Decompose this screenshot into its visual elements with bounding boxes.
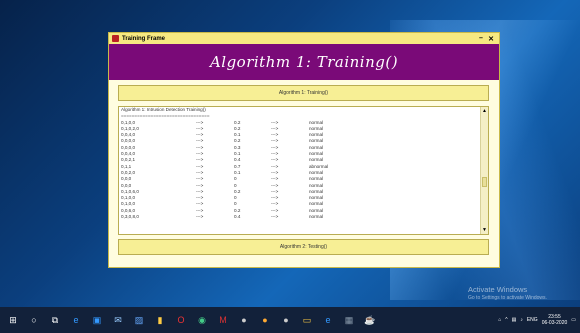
output-lines: Algorithm 1: Intrusion Detection Trainin… [121, 107, 479, 234]
output-text-area[interactable]: Algorithm 1: Intrusion Detection Trainin… [118, 106, 489, 235]
system-tray: ⌂ ^ ▤ ♪ ENG 23:55 06-03-2020 ▭ [494, 314, 580, 326]
java-app-icon [112, 35, 119, 42]
log-arrow: ---> [271, 214, 279, 220]
clock-date: 06-03-2020 [541, 320, 568, 326]
volume-icon[interactable]: ♪ [520, 317, 523, 323]
app-icon-2[interactable]: ● [257, 312, 273, 328]
clock[interactable]: 23:55 06-03-2020 [542, 314, 568, 326]
store-icon[interactable]: ▣ [89, 312, 105, 328]
windows-icon[interactable]: ⊞ [5, 312, 21, 328]
taskbar-icons: ⊞ ○ ⧉ e ▣ ✉ ▨ ▮ O ◉ M ● ● ● ▭ e ▦ ☕ [0, 312, 378, 328]
testing-button[interactable]: Algorithm 2: Testing() [118, 239, 489, 255]
task-view-icon[interactable]: ⧉ [47, 312, 63, 328]
file-explorer-icon[interactable]: ▮ [152, 312, 168, 328]
java-icon[interactable]: ☕ [362, 312, 378, 328]
network-icon[interactable]: ▤ [512, 317, 517, 323]
scroll-thumb[interactable] [482, 177, 487, 187]
scroll-down-icon[interactable]: ▼ [481, 226, 488, 234]
notification-icon[interactable]: ▭ [571, 317, 576, 323]
log-row: 0,3,0,8,0 ---> 0.4 ---> normal [121, 214, 479, 220]
close-button[interactable]: ✕ [486, 35, 496, 43]
photos-icon[interactable]: ▨ [131, 312, 147, 328]
opera-icon[interactable]: O [173, 312, 189, 328]
mail-icon[interactable]: ✉ [110, 312, 126, 328]
scroll-up-icon[interactable]: ▲ [481, 107, 488, 115]
watermark-subtitle: Go to Settings to activate Windows. [468, 295, 547, 301]
taskbar: ⊞ ○ ⧉ e ▣ ✉ ▨ ▮ O ◉ M ● ● ● ▭ e ▦ ☕ ⌂ ^ ▤ ♪ ENG 23:55 06-… [0, 307, 580, 333]
log-score: 0.4 [234, 214, 241, 220]
log-arrow: ---> [196, 214, 204, 220]
edge-icon[interactable]: e [68, 312, 84, 328]
gmail-icon[interactable]: M [215, 312, 231, 328]
ie-icon[interactable]: e [320, 312, 336, 328]
window-title: Training Frame [122, 35, 166, 42]
log-label: normal [309, 214, 324, 220]
training-frame-window: Training Frame – ✕ Algorithm 1: Training… [108, 32, 500, 268]
folder-icon[interactable]: ▭ [299, 312, 315, 328]
app-icon-4[interactable]: ▦ [341, 312, 357, 328]
window-titlebar[interactable]: Training Frame – ✕ [109, 33, 499, 44]
search-icon[interactable]: ○ [26, 312, 42, 328]
people-icon[interactable]: ⌂ [498, 317, 501, 323]
training-button[interactable]: Algorithm 1: Training() [118, 85, 489, 101]
watermark-title: Activate Windows [468, 285, 528, 294]
vertical-scrollbar[interactable]: ▲ ▼ [480, 107, 488, 234]
language-indicator[interactable]: ENG [527, 317, 538, 323]
banner-title: Algorithm 1: Training() [109, 44, 499, 80]
minimize-button[interactable]: – [476, 35, 486, 42]
activate-windows-watermark: Activate Windows Go to Settings to activ… [468, 285, 547, 301]
app-icon-1[interactable]: ● [236, 312, 252, 328]
chrome-icon[interactable]: ◉ [194, 312, 210, 328]
chevron-up-icon[interactable]: ^ [505, 317, 507, 323]
log-input: 0,3,0,8,0 [121, 214, 139, 220]
app-icon-3[interactable]: ● [278, 312, 294, 328]
